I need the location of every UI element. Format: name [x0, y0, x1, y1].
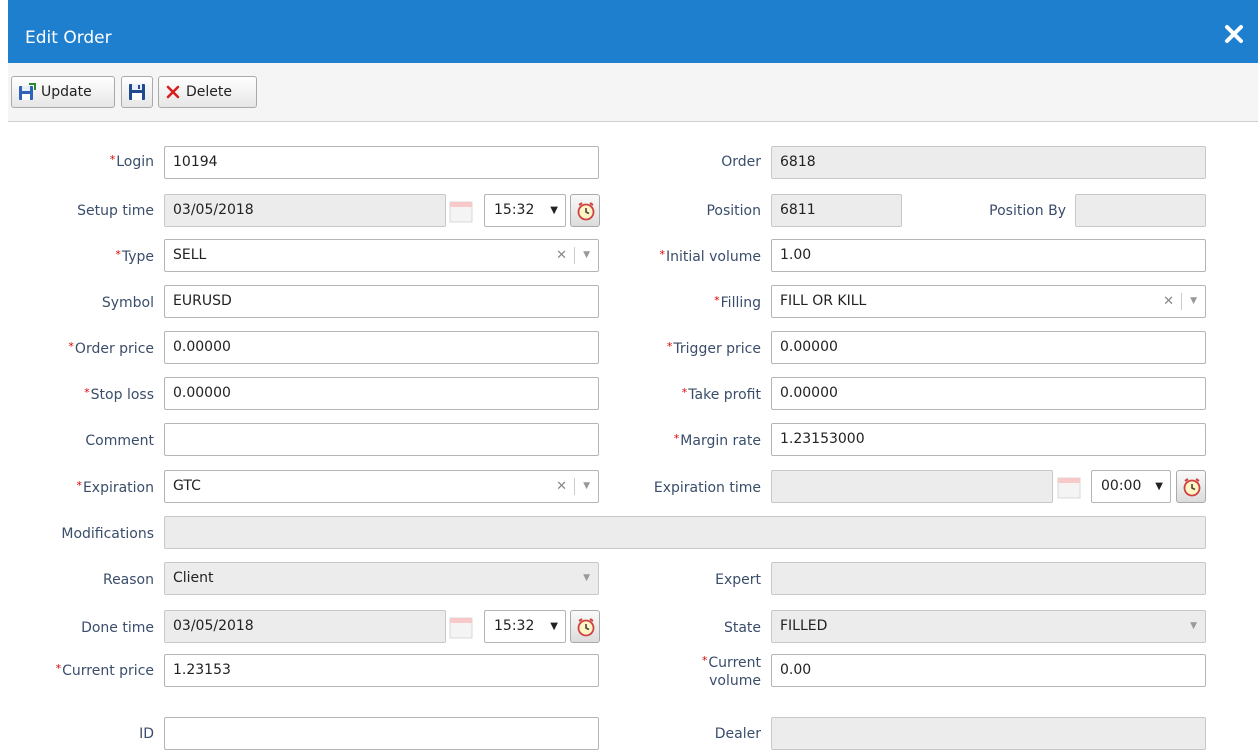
- filling-label: *Filling: [714, 294, 761, 311]
- calendar-icon: [449, 201, 473, 223]
- toolbar: Update Delete: [8, 63, 1258, 122]
- trigger-price-label: *Trigger price: [666, 340, 761, 357]
- expiration-select[interactable]: GTC ✕ ▼: [164, 470, 599, 503]
- modifications-field: [164, 516, 1206, 549]
- position-by-label: Position By: [989, 203, 1066, 219]
- done-time-select[interactable]: 15:32 ▼: [484, 610, 566, 643]
- clear-icon[interactable]: ✕: [1156, 286, 1181, 317]
- expiration-time-clock-button[interactable]: [1176, 470, 1206, 503]
- expiration-value: GTC: [173, 478, 201, 494]
- update-button[interactable]: Update: [11, 76, 115, 108]
- setup-time-label: Setup time: [77, 203, 154, 219]
- state-label: State: [723, 620, 761, 636]
- done-date-field: 03/05/2018: [164, 610, 446, 643]
- chevron-down-icon: ▼: [1190, 621, 1197, 631]
- chevron-down-icon: ▼: [550, 621, 558, 632]
- expert-field: [771, 562, 1206, 595]
- margin-rate-input[interactable]: 1.23153000: [771, 423, 1206, 456]
- update-button-label: Update: [41, 84, 92, 100]
- position-by-field: [1075, 194, 1206, 227]
- current-price-label: *Current price: [55, 662, 154, 679]
- close-icon[interactable]: [1224, 24, 1244, 44]
- id-label: ID: [139, 726, 154, 742]
- done-time-label: Done time: [81, 620, 154, 636]
- id-input[interactable]: [164, 717, 599, 750]
- chevron-down-icon[interactable]: ▼: [1182, 286, 1205, 317]
- setup-time-select[interactable]: 15:32 ▼: [484, 194, 566, 227]
- expiration-time-select[interactable]: 00:00 ▼: [1091, 470, 1171, 503]
- dialog-title: Edit Order: [25, 28, 112, 48]
- reason-label: Reason: [102, 572, 154, 588]
- order-price-input[interactable]: 0.00000: [164, 331, 599, 364]
- setup-date-field: 03/05/2018: [164, 194, 446, 227]
- type-label: *Type: [115, 248, 154, 265]
- current-price-input[interactable]: 1.23153: [164, 654, 599, 687]
- done-time-value: 15:32: [494, 618, 535, 634]
- login-label: *Login: [109, 153, 154, 170]
- expert-label: Expert: [715, 572, 761, 588]
- expiration-label: *Expiration: [76, 479, 154, 496]
- margin-rate-label: *Margin rate: [673, 432, 761, 449]
- current-volume-label: *Current volume: [701, 654, 761, 689]
- take-profit-label: *Take profit: [681, 386, 761, 403]
- order-price-label: *Order price: [68, 340, 154, 357]
- setup-time-value: 15:32: [494, 202, 535, 218]
- delete-x-icon: [166, 85, 180, 99]
- clock-icon: [1183, 478, 1201, 497]
- stop-loss-input[interactable]: 0.00000: [164, 377, 599, 410]
- symbol-label: Symbol: [101, 295, 154, 311]
- order-form: *Login 10194 Order 6818 Setup time 03/05…: [8, 122, 1258, 751]
- filling-select[interactable]: FILL OR KILL ✕ ▼: [771, 285, 1206, 318]
- type-value: SELL: [173, 247, 207, 263]
- position-label: Position: [706, 203, 761, 219]
- state-value: FILLED: [780, 618, 828, 634]
- comment-label: Comment: [85, 433, 154, 449]
- modifications-label: Modifications: [61, 526, 154, 542]
- stop-loss-label: *Stop loss: [84, 386, 154, 403]
- chevron-down-icon: ▼: [1155, 481, 1163, 492]
- initial-volume-input[interactable]: 1.00: [771, 239, 1206, 272]
- calendar-icon: [449, 617, 473, 639]
- initial-volume-label: *Initial volume: [659, 248, 761, 265]
- reason-select: Client ▼: [164, 562, 599, 595]
- order-field: 6818: [771, 146, 1206, 179]
- delete-button-label: Delete: [186, 84, 232, 100]
- order-label: Order: [721, 154, 761, 170]
- login-input[interactable]: 10194: [164, 146, 599, 179]
- take-profit-input[interactable]: 0.00000: [771, 377, 1206, 410]
- floppy-icon: [129, 84, 145, 100]
- reason-value: Client: [173, 570, 214, 586]
- expiration-date-field: [771, 470, 1053, 503]
- calendar-icon: [1057, 477, 1081, 499]
- chevron-down-icon: ▼: [550, 205, 558, 216]
- dealer-field: [771, 717, 1206, 750]
- symbol-input[interactable]: EURUSD: [164, 285, 599, 318]
- save-button[interactable]: [121, 76, 153, 108]
- save-update-icon: [19, 83, 36, 100]
- type-select[interactable]: SELL ✕ ▼: [164, 239, 599, 272]
- filling-value: FILL OR KILL: [780, 293, 867, 309]
- dealer-label: Dealer: [714, 726, 761, 742]
- state-select: FILLED ▼: [771, 610, 1206, 643]
- current-volume-input[interactable]: 0.00: [771, 654, 1206, 687]
- expiration-time-value: 00:00: [1101, 478, 1142, 494]
- dialog-titlebar: Edit Order: [8, 0, 1258, 63]
- expiration-time-label: Expiration time: [653, 480, 761, 496]
- position-field: 6811: [771, 194, 902, 227]
- comment-input[interactable]: [164, 423, 599, 456]
- delete-button[interactable]: Delete: [158, 76, 257, 108]
- trigger-price-input[interactable]: 0.00000: [771, 331, 1206, 364]
